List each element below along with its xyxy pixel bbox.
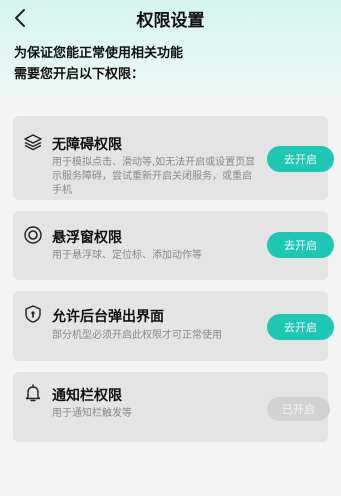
enable-accessibility-button[interactable]: 去开启 <box>267 146 334 172</box>
shield-icon <box>23 304 43 324</box>
intro-line-2: 需要您开启以下权限： <box>14 67 145 82</box>
page-title: 权限设置 <box>136 11 205 31</box>
permission-desc: 用于模拟点击、滑动等,如无法开启或设置页显示服务障碍，尝试重新开启关闭服务，或重… <box>52 157 256 196</box>
enable-background-popup-button[interactable]: 去开启 <box>267 314 334 340</box>
top-bar: 权限设置 <box>0 0 341 36</box>
permission-desc: 用于悬浮球、定位标、添加动作等 <box>52 250 202 261</box>
permission-card-background-popup: 允许后台弹出界面 部分机型必须开启此权限才可正常使用 去开启 <box>13 291 334 361</box>
bell-icon <box>23 383 43 403</box>
permission-card-notification: 通知栏权限 用于通知栏触发等 已开启 <box>13 372 330 442</box>
permission-name: 通知栏权限 <box>52 388 122 404</box>
permission-desc: 用于通知栏触发等 <box>52 408 132 419</box>
permission-desc: 部分机型必须开启此权限才可正常使用 <box>52 330 222 341</box>
permission-card-accessibility: 无障碍权限 用于模拟点击、滑动等,如无法开启或设置页显示服务障碍，尝试重新开启关… <box>13 116 334 200</box>
permission-name: 无障碍权限 <box>52 137 122 153</box>
floating-window-icon <box>23 225 43 245</box>
intro-text: 为保证您能正常使用相关功能 需要您开启以下权限： <box>14 43 314 85</box>
layers-icon <box>23 132 43 152</box>
permission-name: 悬浮窗权限 <box>52 230 122 246</box>
enable-floating-window-button[interactable]: 去开启 <box>267 232 334 258</box>
permission-card-floating-window: 悬浮窗权限 用于悬浮球、定位标、添加动作等 去开启 <box>13 211 334 280</box>
notification-enabled-button[interactable]: 已开启 <box>267 397 330 421</box>
permission-name: 允许后台弹出界面 <box>52 309 164 325</box>
intro-line-1: 为保证您能正常使用相关功能 <box>14 46 184 61</box>
